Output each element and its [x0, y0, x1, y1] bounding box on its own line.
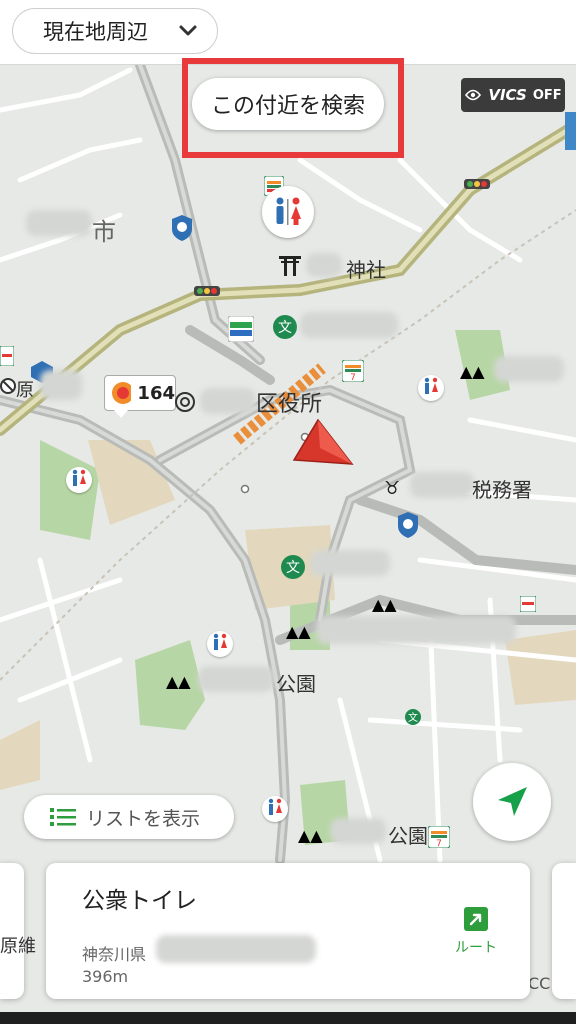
- show-list-label: リストを表示: [86, 807, 201, 830]
- result-title: 公衆トイレ: [82, 888, 197, 914]
- vics-icon: [465, 89, 482, 101]
- show-list-button[interactable]: リストを表示: [24, 795, 234, 839]
- park-tree-icon: ▲▲: [166, 672, 191, 691]
- blurred-label: [494, 356, 564, 382]
- blurred-label: [198, 666, 274, 692]
- route-label: ルート: [455, 940, 497, 956]
- government-office-icon: [174, 391, 196, 413]
- eneos-icon: [112, 382, 132, 404]
- park-tree-icon: ▲▲: [286, 622, 311, 641]
- blurred-label: [300, 312, 398, 338]
- seven-eleven-icon: 7: [427, 825, 451, 849]
- svg-text:7: 7: [436, 839, 442, 848]
- area-selector-label: 現在地周辺: [43, 20, 148, 44]
- current-location-arrow-icon: [290, 418, 354, 468]
- ward-office-label: 区役所: [256, 392, 323, 417]
- blurred-label: [330, 818, 386, 844]
- toilet-icon[interactable]: [207, 631, 233, 657]
- seven-eleven-icon: 7: [341, 359, 365, 383]
- vics-side-tab[interactable]: [565, 112, 576, 150]
- result-card[interactable]: 公衆トイレ 神奈川県 396m ルート: [46, 863, 530, 999]
- park-label: 公園: [388, 824, 428, 848]
- my-location-button[interactable]: [473, 763, 551, 841]
- vics-label: VICS: [488, 86, 527, 104]
- previous-card-label: 原維: [0, 936, 36, 957]
- blurred-label: [200, 388, 256, 414]
- familymart-icon: [227, 315, 255, 343]
- no-entry-icon: [0, 378, 16, 394]
- shrine-label: 神社: [346, 258, 386, 282]
- blurred-address: [156, 935, 316, 963]
- park-label: 公園: [276, 672, 316, 696]
- toilet-icon[interactable]: [262, 796, 288, 822]
- tax-office-label: 税務署: [472, 478, 532, 502]
- next-result-card[interactable]: [552, 863, 576, 999]
- svg-text:文: 文: [278, 320, 292, 336]
- shrine-icon: [278, 254, 302, 276]
- vics-toggle-button[interactable]: VICS OFF: [461, 78, 565, 112]
- blurred-label: [26, 210, 92, 236]
- traffic-light-icon: [194, 286, 220, 296]
- chevron-down-icon: [179, 25, 197, 36]
- park-tree-icon: ▲▲: [372, 595, 397, 614]
- list-icon: [50, 808, 76, 826]
- police-icon: [170, 215, 194, 241]
- school-icon: 文: [404, 708, 422, 726]
- fire-station-icon: ♉: [384, 478, 401, 499]
- city-label: 市: [92, 218, 116, 246]
- previous-result-card[interactable]: [0, 863, 24, 999]
- blurred-label: [410, 472, 474, 498]
- seven-eleven-icon: [519, 595, 537, 613]
- next-card-label: CC: [528, 974, 551, 993]
- svg-text:7: 7: [350, 373, 356, 382]
- police-icon: [396, 512, 420, 538]
- svg-text:文: 文: [286, 560, 300, 576]
- route-button[interactable]: ルート: [450, 907, 502, 963]
- navigation-arrow-icon: [498, 787, 527, 816]
- blurred-label: [40, 370, 82, 400]
- svg-text:文: 文: [408, 711, 418, 724]
- gas-price: 164: [137, 382, 175, 404]
- school-icon: 文: [280, 554, 306, 580]
- park-tree-icon: ▲▲: [460, 362, 485, 381]
- route-icon: [464, 907, 488, 931]
- blurred-label: [316, 616, 516, 644]
- convenience-store-icon: [0, 345, 15, 367]
- badge-pointer: [114, 410, 128, 418]
- school-icon: 文: [272, 314, 298, 340]
- toilet-icon[interactable]: [418, 375, 444, 401]
- blurred-label: [306, 253, 342, 277]
- result-address: 神奈川県: [82, 945, 147, 964]
- park-tree-icon: ▲▲: [298, 826, 323, 845]
- result-distance: 396m: [82, 967, 129, 986]
- search-nearby-button[interactable]: この付近を検索: [192, 78, 384, 130]
- toilet-icon[interactable]: [66, 467, 92, 493]
- vics-state: OFF: [532, 87, 562, 103]
- toilet-marker-icon[interactable]: [262, 186, 314, 238]
- gas-station-price-badge[interactable]: 164: [104, 375, 176, 411]
- bottom-edge: [0, 1012, 576, 1024]
- area-selector-dropdown[interactable]: 現在地周辺: [12, 8, 218, 54]
- blurred-label: [310, 550, 390, 576]
- map-edge-label: 原: [16, 380, 34, 401]
